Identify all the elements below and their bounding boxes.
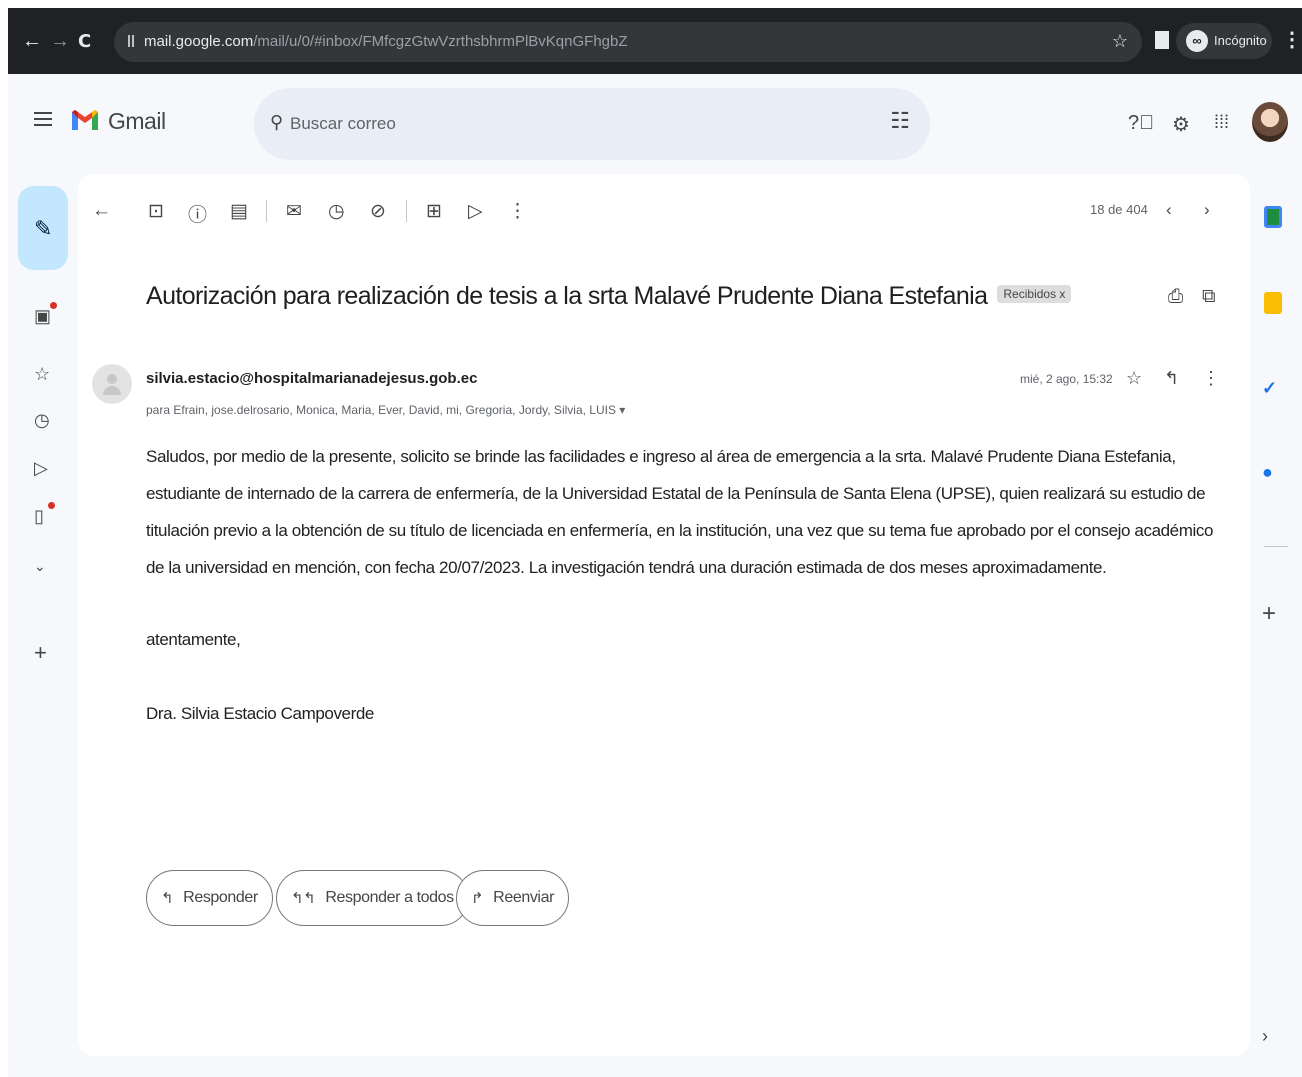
- subject-text: Autorización para realización de tesis a…: [146, 282, 988, 310]
- message-body: Saludos, por medio de la presente, solic…: [146, 438, 1228, 586]
- delete-trash-icon[interactable]: ▤: [230, 200, 248, 223]
- calendar-app-icon[interactable]: [1264, 206, 1282, 228]
- address-bar[interactable]: mail.google.com/mail/u/0/#inbox/FMfcgzGt…: [114, 22, 1142, 62]
- inbox-label-chip[interactable]: Recibidos x: [997, 285, 1072, 304]
- forward-button-label: Reenviar: [493, 889, 555, 906]
- search-icon[interactable]: ⚲: [270, 112, 283, 133]
- browser-forward-icon[interactable]: →: [50, 30, 70, 53]
- incognito-indicator[interactable]: ∞ Incógnito: [1176, 23, 1272, 59]
- browser-reload-icon[interactable]: C: [78, 31, 91, 52]
- message-closing: atentamente,: [146, 630, 241, 649]
- contacts-app-icon[interactable]: ●: [1262, 462, 1273, 483]
- incognito-icon: ∞: [1186, 30, 1208, 52]
- label-tag-icon[interactable]: ▷: [468, 200, 483, 223]
- drafts-icon[interactable]: ▯: [34, 506, 44, 527]
- message-view: ← ⊡ ⓘ ▤ ✉ ◷ ⊘ ⊞ ▷ ⋮ 18 de 404 ‹ › Autori…: [78, 174, 1250, 1056]
- browser-back-icon[interactable]: ←: [22, 30, 42, 53]
- sender-address[interactable]: silvia.estacio@hospitalmarianadejesus.go…: [146, 370, 477, 387]
- side-panel-divider: [1264, 546, 1288, 547]
- reply-icon: ↰: [161, 890, 174, 907]
- address-url: mail.google.com/mail/u/0/#inbox/FMfcgzGt…: [144, 33, 628, 50]
- move-to-folder-icon[interactable]: ⊞: [426, 200, 442, 223]
- gmail-app: Gmail ⚲ ☷ ?⃝ ⚙ ⁞⁞⁞ ✎ ▣ ☆ ◷ ▷ ▯ ⌄ + ← ⊡ ⓘ…: [8, 74, 1302, 1077]
- search-bar: ⚲ ☷: [254, 88, 930, 160]
- pagination-count: 18 de 404: [1090, 202, 1148, 217]
- main-menu-icon[interactable]: [34, 112, 52, 126]
- compose-button[interactable]: ✎: [18, 186, 68, 270]
- apps-grid-icon[interactable]: ⁞⁞⁞: [1214, 112, 1229, 133]
- incognito-label: Incógnito: [1214, 33, 1267, 48]
- more-actions-icon[interactable]: ⋮: [508, 200, 527, 223]
- drafts-notification-dot: [48, 502, 55, 509]
- reply-all-button[interactable]: ↰↰ Responder a todos: [276, 870, 469, 926]
- search-input[interactable]: [290, 109, 850, 139]
- recipients-summary[interactable]: para Efrain, jose.delrosario, Monica, Ma…: [146, 403, 625, 417]
- back-to-inbox-icon[interactable]: ←: [92, 200, 111, 222]
- inbox-icon[interactable]: ▣: [34, 306, 51, 327]
- bookmark-star-icon[interactable]: ☆: [1112, 31, 1128, 52]
- older-chevron-right-icon[interactable]: ›: [1204, 200, 1210, 220]
- gmail-wordmark[interactable]: Gmail: [108, 108, 166, 135]
- forward-button[interactable]: ↱ Reenviar: [456, 870, 570, 926]
- account-avatar[interactable]: [1252, 102, 1288, 142]
- report-spam-icon[interactable]: ⓘ: [188, 200, 207, 227]
- url-path: /mail/u/0/#inbox/FMfcgzGtwVzrthsbhrmPlBv…: [253, 33, 628, 50]
- email-subject: Autorización para realización de tesis a…: [146, 282, 1072, 311]
- help-icon[interactable]: ?⃝: [1128, 112, 1154, 135]
- snooze-clock-icon[interactable]: ◷: [328, 200, 345, 223]
- tasks-app-icon[interactable]: ✓: [1262, 378, 1277, 399]
- body-text: Saludos, por medio de la presente, solic…: [146, 447, 1214, 577]
- mark-unread-icon[interactable]: ✉: [286, 200, 302, 223]
- inbox-notification-dot: [50, 302, 57, 309]
- starred-icon[interactable]: ☆: [34, 364, 50, 385]
- toolbar-divider: [406, 200, 407, 222]
- snoozed-icon[interactable]: ◷: [34, 410, 50, 431]
- gmail-logo-icon[interactable]: [70, 108, 100, 132]
- reply-button[interactable]: ↰ Responder: [146, 870, 273, 926]
- get-addons-plus-icon[interactable]: +: [1262, 600, 1276, 628]
- reply-icon[interactable]: ↰: [1164, 368, 1179, 389]
- browser-toolbar: ← → C mail.google.com/mail/u/0/#inbox/FM…: [8, 8, 1302, 74]
- toolbar-divider: [266, 200, 267, 222]
- show-side-panel-chevron-icon[interactable]: ›: [1262, 1026, 1268, 1047]
- sent-icon[interactable]: ▷: [34, 458, 48, 479]
- search-options-icon[interactable]: ☷: [890, 108, 910, 134]
- add-label-plus-icon[interactable]: +: [34, 640, 47, 666]
- message-more-icon[interactable]: ⋮: [1202, 368, 1220, 389]
- reply-all-icon: ↰↰: [291, 890, 316, 907]
- star-message-icon[interactable]: ☆: [1126, 368, 1142, 389]
- keep-app-icon[interactable]: [1264, 292, 1282, 314]
- sender-avatar[interactable]: [92, 364, 132, 404]
- browser-menu-icon[interactable]: ⋮: [1282, 27, 1302, 52]
- archive-icon[interactable]: ⊡: [148, 200, 164, 223]
- settings-gear-icon[interactable]: ⚙: [1172, 112, 1190, 137]
- print-icon[interactable]: ⎙: [1168, 286, 1183, 308]
- add-to-tasks-icon[interactable]: ⊘: [370, 200, 386, 223]
- tab-search-icon[interactable]: [1155, 31, 1169, 49]
- reply-button-label: Responder: [183, 889, 258, 906]
- url-host: mail.google.com: [144, 33, 254, 50]
- message-signature: Dra. Silvia Estacio Campoverde: [146, 704, 374, 723]
- forward-icon: ↱: [471, 890, 484, 907]
- site-info-icon[interactable]: [128, 33, 134, 47]
- more-chevron-down-icon[interactable]: ⌄: [34, 558, 46, 575]
- open-in-new-window-icon[interactable]: ⧉: [1202, 286, 1216, 308]
- message-date: mié, 2 ago, 15:32: [1020, 372, 1113, 386]
- reply-all-button-label: Responder a todos: [325, 889, 454, 906]
- newer-chevron-left-icon[interactable]: ‹: [1166, 200, 1172, 220]
- pencil-icon: ✎: [34, 216, 53, 241]
